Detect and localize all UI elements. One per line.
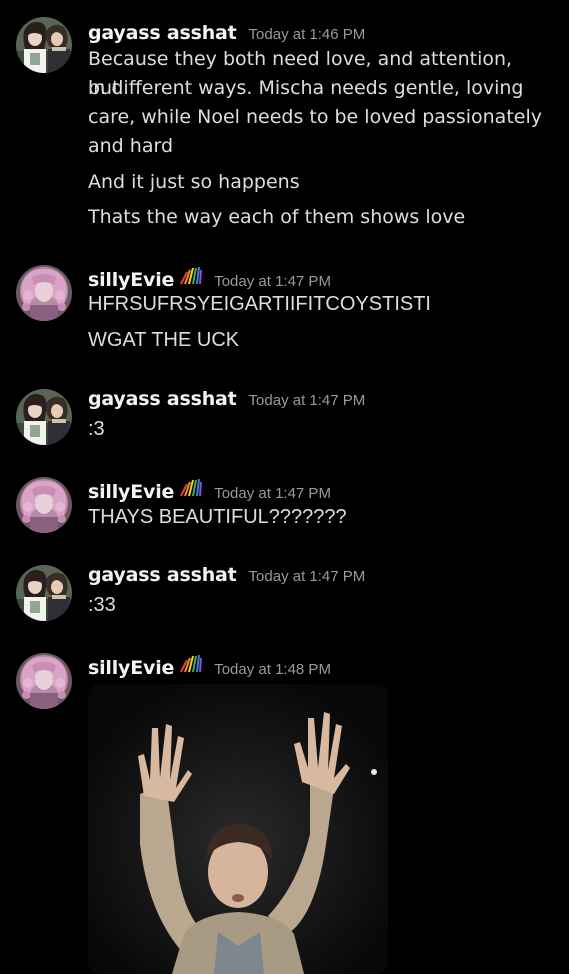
avatar[interactable] (16, 265, 72, 321)
message-text: :33 (88, 594, 116, 616)
message-text: Thats the way each of them shows love (88, 206, 466, 228)
message-header: gayass asshat Today at 1:46 PM (88, 22, 365, 44)
timestamp: Today at 1:47 PM (248, 392, 366, 409)
message-text: care, while Noel needs to be loved passi… (88, 106, 542, 128)
avatar[interactable] (16, 17, 72, 73)
timestamp: Today at 1:48 PM (214, 661, 331, 678)
message-text: And it just so happens (88, 171, 300, 193)
message-text: and hard (88, 135, 174, 157)
rainbow-stripes-badge-icon (178, 264, 202, 286)
timestamp: Today at 1:47 PM (214, 485, 331, 502)
message-header: sillyEvie Today at 1:47 PM (88, 264, 331, 291)
username[interactable]: sillyEvie (88, 269, 174, 291)
message-text: :3 (88, 418, 105, 440)
timestamp: Today at 1:47 PM (214, 273, 331, 290)
message-text: in different ways. Mischa needs gentle, … (88, 77, 524, 99)
image-attachment[interactable] (88, 684, 388, 974)
avatar[interactable] (16, 389, 72, 445)
message-header: sillyEvie Today at 1:48 PM (88, 652, 331, 679)
avatar[interactable] (16, 565, 72, 621)
message-text: THAYS BEAUTIFUL??????? (88, 506, 347, 528)
rainbow-stripes-badge-icon (178, 652, 202, 674)
username[interactable]: sillyEvie (88, 481, 174, 503)
timestamp: Today at 1:47 PM (248, 568, 366, 585)
pink-character-avatar-icon (16, 477, 72, 533)
anime-couple-avatar-icon (16, 389, 72, 445)
username[interactable]: gayass asshat (88, 388, 237, 410)
message-header: sillyEvie Today at 1:47 PM (88, 476, 331, 503)
pink-character-avatar-icon (16, 265, 72, 321)
timestamp: Today at 1:46 PM (248, 26, 366, 43)
pink-character-avatar-icon (16, 653, 72, 709)
rainbow-stripes-badge-icon (178, 476, 202, 498)
anime-couple-avatar-icon (16, 17, 72, 73)
avatar[interactable] (16, 653, 72, 709)
avatar[interactable] (16, 477, 72, 533)
message-text: HFRSUFRSYEIGARTIIFITCOYSTISTI (88, 293, 431, 315)
username[interactable]: gayass asshat (88, 564, 237, 586)
message-header: gayass asshat Today at 1:47 PM (88, 388, 365, 410)
username[interactable]: sillyEvie (88, 657, 174, 679)
username[interactable]: gayass asshat (88, 22, 237, 44)
anime-couple-avatar-icon (16, 565, 72, 621)
message-text: WGAT THE UCK (88, 329, 240, 351)
message-header: gayass asshat Today at 1:47 PM (88, 564, 365, 586)
person-raising-hands-image (88, 684, 388, 974)
